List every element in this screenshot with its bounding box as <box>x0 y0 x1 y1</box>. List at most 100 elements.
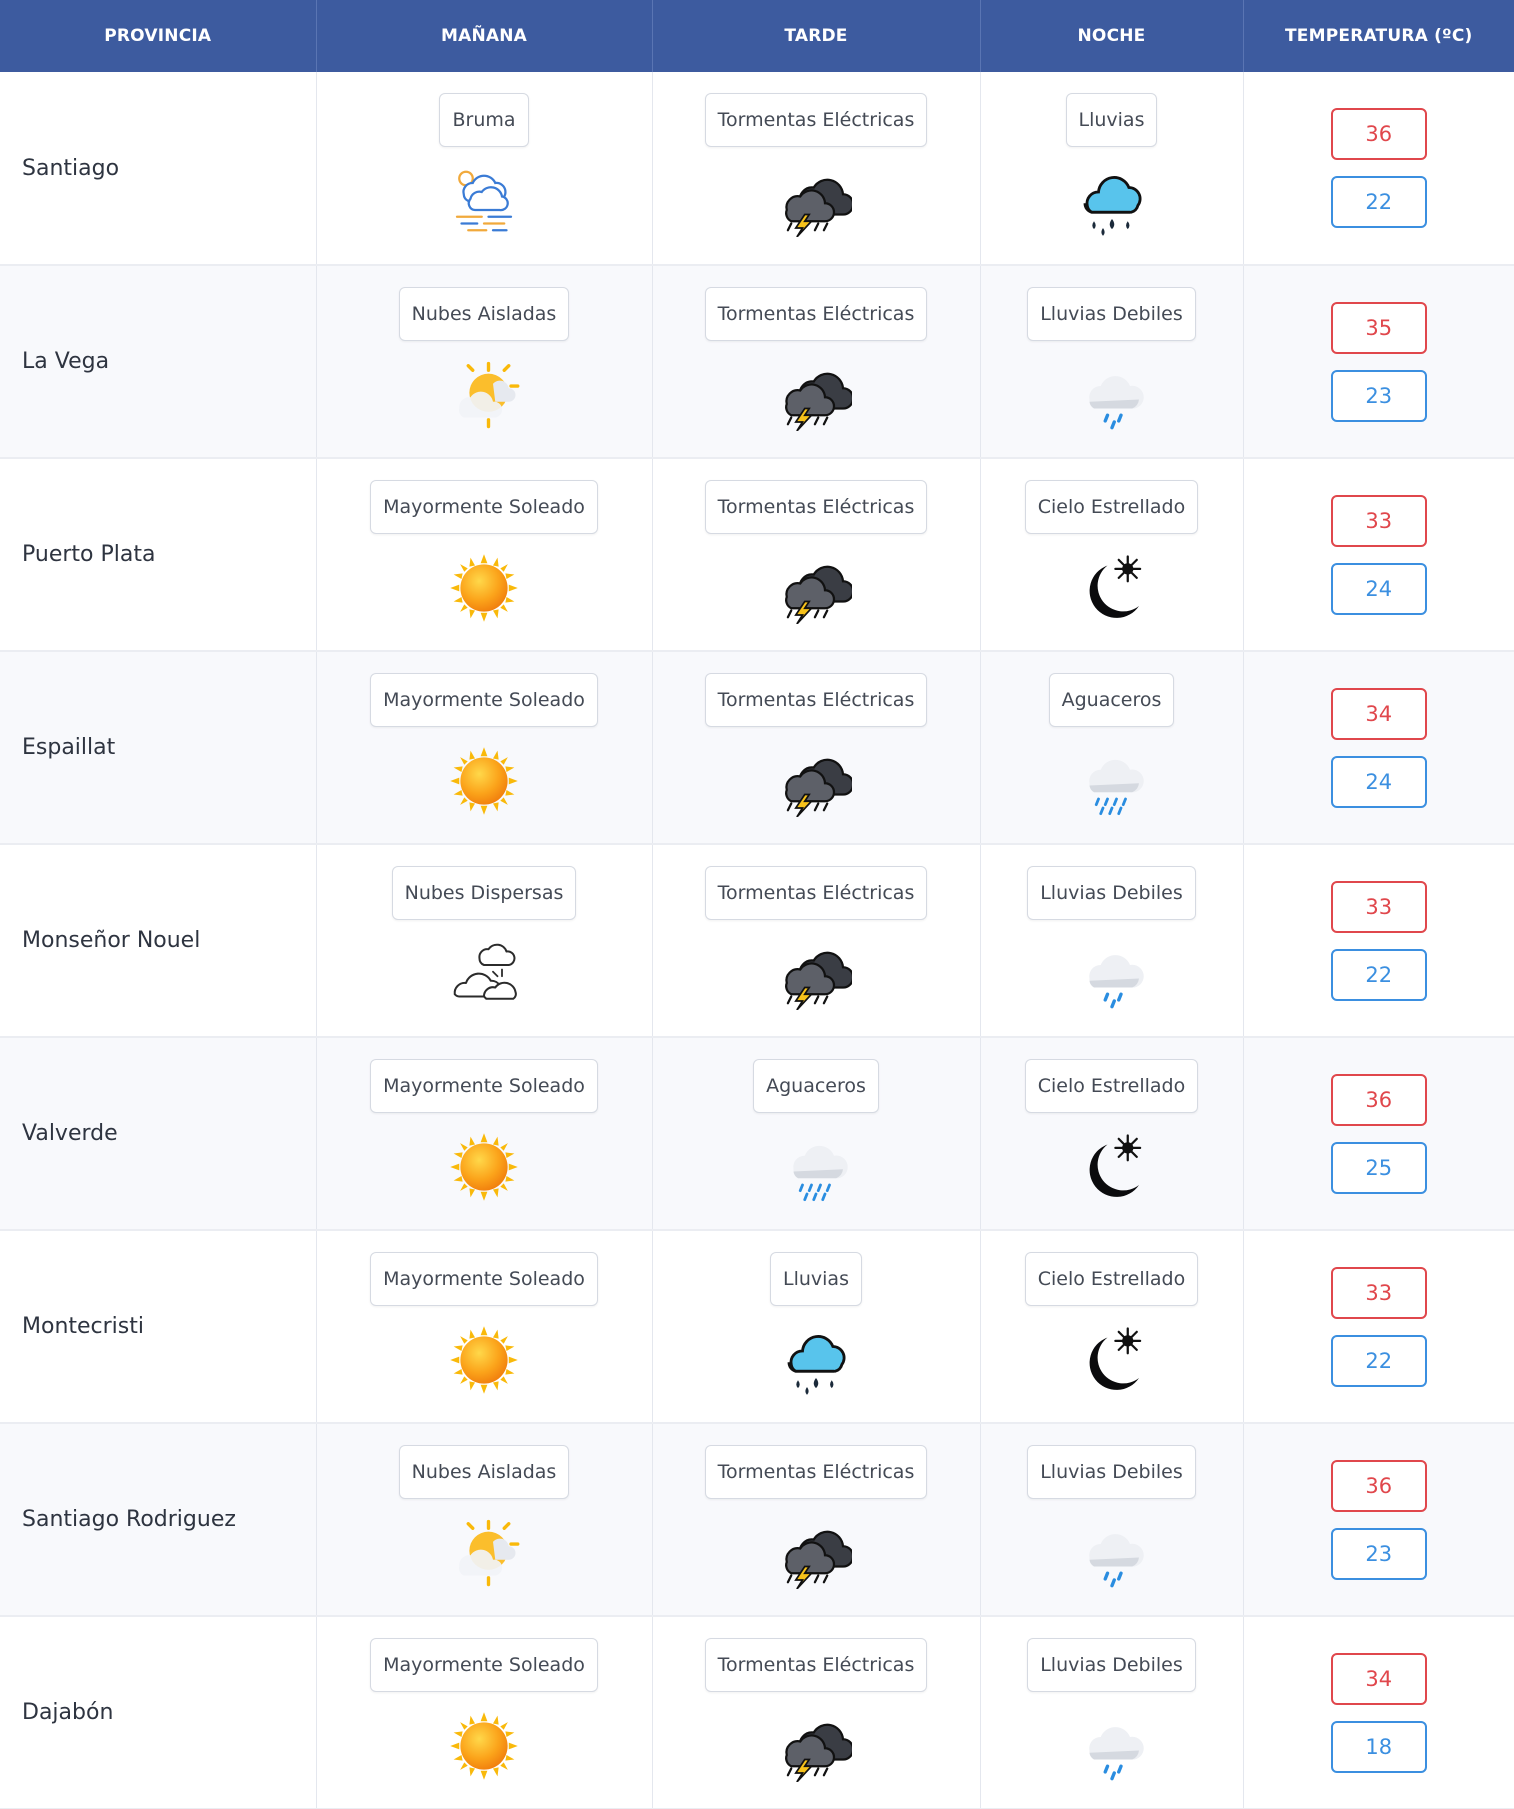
max-temp-badge: 36 <box>1330 108 1427 160</box>
morning-condition-chip: Bruma <box>439 93 529 147</box>
night-cell: Cielo Estrellado <box>980 458 1244 652</box>
min-temp-badge: 22 <box>1330 1334 1427 1387</box>
fog-icon <box>448 165 520 237</box>
forecast-table: PROVINCIA MAÑANA TARDE NOCHE TEMPERATURA… <box>0 0 1514 1809</box>
header-provincia[interactable]: PROVINCIA <box>0 0 317 72</box>
min-temp-badge: 24 <box>1330 562 1427 615</box>
province-name: Santiago Rodriguez <box>0 1423 317 1617</box>
night-condition-chip: Lluvias Debiles <box>1027 1445 1196 1499</box>
afternoon-condition-chip: Lluvias <box>770 1252 862 1306</box>
moon-star-icon <box>1076 552 1148 624</box>
table-row: Santiago Rodriguez Nubes Aisladas Tormen… <box>0 1423 1514 1617</box>
temperature-cell: 36 25 <box>1243 1037 1514 1231</box>
night-cell: Lluvias Debiles <box>980 1423 1244 1617</box>
night-condition-chip: Aguaceros <box>1048 673 1175 727</box>
province-name: Santiago <box>0 72 317 266</box>
min-temp-badge: 22 <box>1330 948 1427 1001</box>
province-name: Espaillat <box>0 651 317 845</box>
max-temp-badge: 36 <box>1330 1073 1427 1126</box>
thunderstorm-icon <box>780 552 852 624</box>
header-manana[interactable]: MAÑANA <box>316 0 653 72</box>
night-condition-chip: Lluvias <box>1065 93 1158 147</box>
night-condition-chip: Lluvias Debiles <box>1027 1638 1196 1692</box>
table-header: PROVINCIA MAÑANA TARDE NOCHE TEMPERATURA… <box>0 0 1514 72</box>
max-temp-badge: 35 <box>1330 301 1427 354</box>
rain-cloud-icon <box>1076 165 1148 237</box>
province-name: Monseñor Nouel <box>0 844 317 1038</box>
light-rain-icon <box>1076 1517 1148 1589</box>
table-row: Dajabón Mayormente Soleado Tormentas Elé… <box>0 1616 1514 1809</box>
min-temp-badge: 22 <box>1330 176 1427 228</box>
night-cell: Lluvias Debiles <box>980 1616 1244 1809</box>
header-noche[interactable]: NOCHE <box>980 0 1244 72</box>
table-row: Monseñor Nouel Nubes Dispersas Tormentas… <box>0 844 1514 1038</box>
night-condition-chip: Cielo Estrellado <box>1024 1059 1199 1113</box>
table-row: Valverde Mayormente Soleado Aguaceros Ci… <box>0 1037 1514 1231</box>
afternoon-condition-chip: Tormentas Eléctricas <box>704 1638 928 1692</box>
moon-star-icon <box>1076 1324 1148 1396</box>
afternoon-cell: Tormentas Eléctricas <box>652 651 981 845</box>
morning-condition-chip: Mayormente Soleado <box>370 1252 598 1306</box>
min-temp-badge: 23 <box>1330 369 1427 422</box>
thunderstorm-icon <box>780 938 852 1010</box>
temperature-cell: 33 24 <box>1243 458 1514 652</box>
sun-icon <box>448 552 520 624</box>
night-condition-chip: Lluvias Debiles <box>1027 287 1196 341</box>
province-name: Dajabón <box>0 1616 317 1809</box>
morning-cell: Mayormente Soleado <box>316 1230 653 1424</box>
table-row: Santiago Bruma Tormentas Eléctricas Lluv… <box>0 72 1514 266</box>
max-temp-badge: 34 <box>1330 687 1427 740</box>
afternoon-condition-chip: Aguaceros <box>753 1059 879 1113</box>
sun-icon <box>448 745 520 817</box>
afternoon-condition-chip: Tormentas Eléctricas <box>704 93 928 147</box>
partly-sunny-icon <box>448 1517 520 1589</box>
thunderstorm-icon <box>780 359 852 431</box>
table-row: La Vega Nubes Aisladas Tormentas Eléctri… <box>0 265 1514 459</box>
max-temp-badge: 34 <box>1330 1652 1427 1705</box>
sun-icon <box>448 1131 520 1203</box>
max-temp-badge: 33 <box>1330 494 1427 547</box>
max-temp-badge: 33 <box>1330 1266 1427 1319</box>
morning-condition-chip: Nubes Aisladas <box>398 1445 570 1499</box>
morning-condition-chip: Nubes Aisladas <box>398 287 570 341</box>
afternoon-cell: Tormentas Eléctricas <box>652 844 981 1038</box>
night-cell: Lluvias Debiles <box>980 844 1244 1038</box>
min-temp-badge: 18 <box>1330 1720 1427 1773</box>
table-row: Espaillat Mayormente Soleado Tormentas E… <box>0 651 1514 845</box>
afternoon-cell: Lluvias <box>652 1230 981 1424</box>
light-rain-icon <box>1076 359 1148 431</box>
table-row: Montecristi Mayormente Soleado Lluvias C… <box>0 1230 1514 1424</box>
thunderstorm-icon <box>780 1710 852 1782</box>
morning-cell: Bruma <box>316 72 653 266</box>
header-tarde[interactable]: TARDE <box>652 0 981 72</box>
temperature-cell: 33 22 <box>1243 1230 1514 1424</box>
morning-condition-chip: Mayormente Soleado <box>370 480 598 534</box>
rain-cloud-icon <box>780 1324 852 1396</box>
morning-cell: Mayormente Soleado <box>316 1037 653 1231</box>
min-temp-badge: 24 <box>1330 755 1427 808</box>
province-name: Montecristi <box>0 1230 317 1424</box>
night-cell: Cielo Estrellado <box>980 1230 1244 1424</box>
afternoon-cell: Tormentas Eléctricas <box>652 72 981 266</box>
header-row: PROVINCIA MAÑANA TARDE NOCHE TEMPERATURA… <box>0 0 1514 72</box>
night-cell: Aguaceros <box>980 651 1244 845</box>
night-cell: Lluvias Debiles <box>980 265 1244 459</box>
morning-condition-chip: Mayormente Soleado <box>370 673 598 727</box>
morning-cell: Nubes Dispersas <box>316 844 653 1038</box>
temperature-cell: 34 24 <box>1243 651 1514 845</box>
sun-icon <box>448 1710 520 1782</box>
temperature-cell: 35 23 <box>1243 265 1514 459</box>
afternoon-condition-chip: Tormentas Eléctricas <box>704 480 928 534</box>
morning-condition-chip: Mayormente Soleado <box>370 1638 598 1692</box>
afternoon-condition-chip: Tormentas Eléctricas <box>704 673 928 727</box>
temperature-cell: 36 22 <box>1243 72 1514 266</box>
table-row: Puerto Plata Mayormente Soleado Tormenta… <box>0 458 1514 652</box>
afternoon-condition-chip: Tormentas Eléctricas <box>704 866 928 920</box>
table-body: Santiago Bruma Tormentas Eléctricas Lluv… <box>0 72 1514 1809</box>
night-condition-chip: Cielo Estrellado <box>1024 1252 1199 1306</box>
night-cell: Lluvias <box>980 72 1244 266</box>
morning-cell: Mayormente Soleado <box>316 651 653 845</box>
afternoon-cell: Aguaceros <box>652 1037 981 1231</box>
province-name: Puerto Plata <box>0 458 317 652</box>
header-temperatura[interactable]: TEMPERATURA (ºC) <box>1243 0 1514 72</box>
